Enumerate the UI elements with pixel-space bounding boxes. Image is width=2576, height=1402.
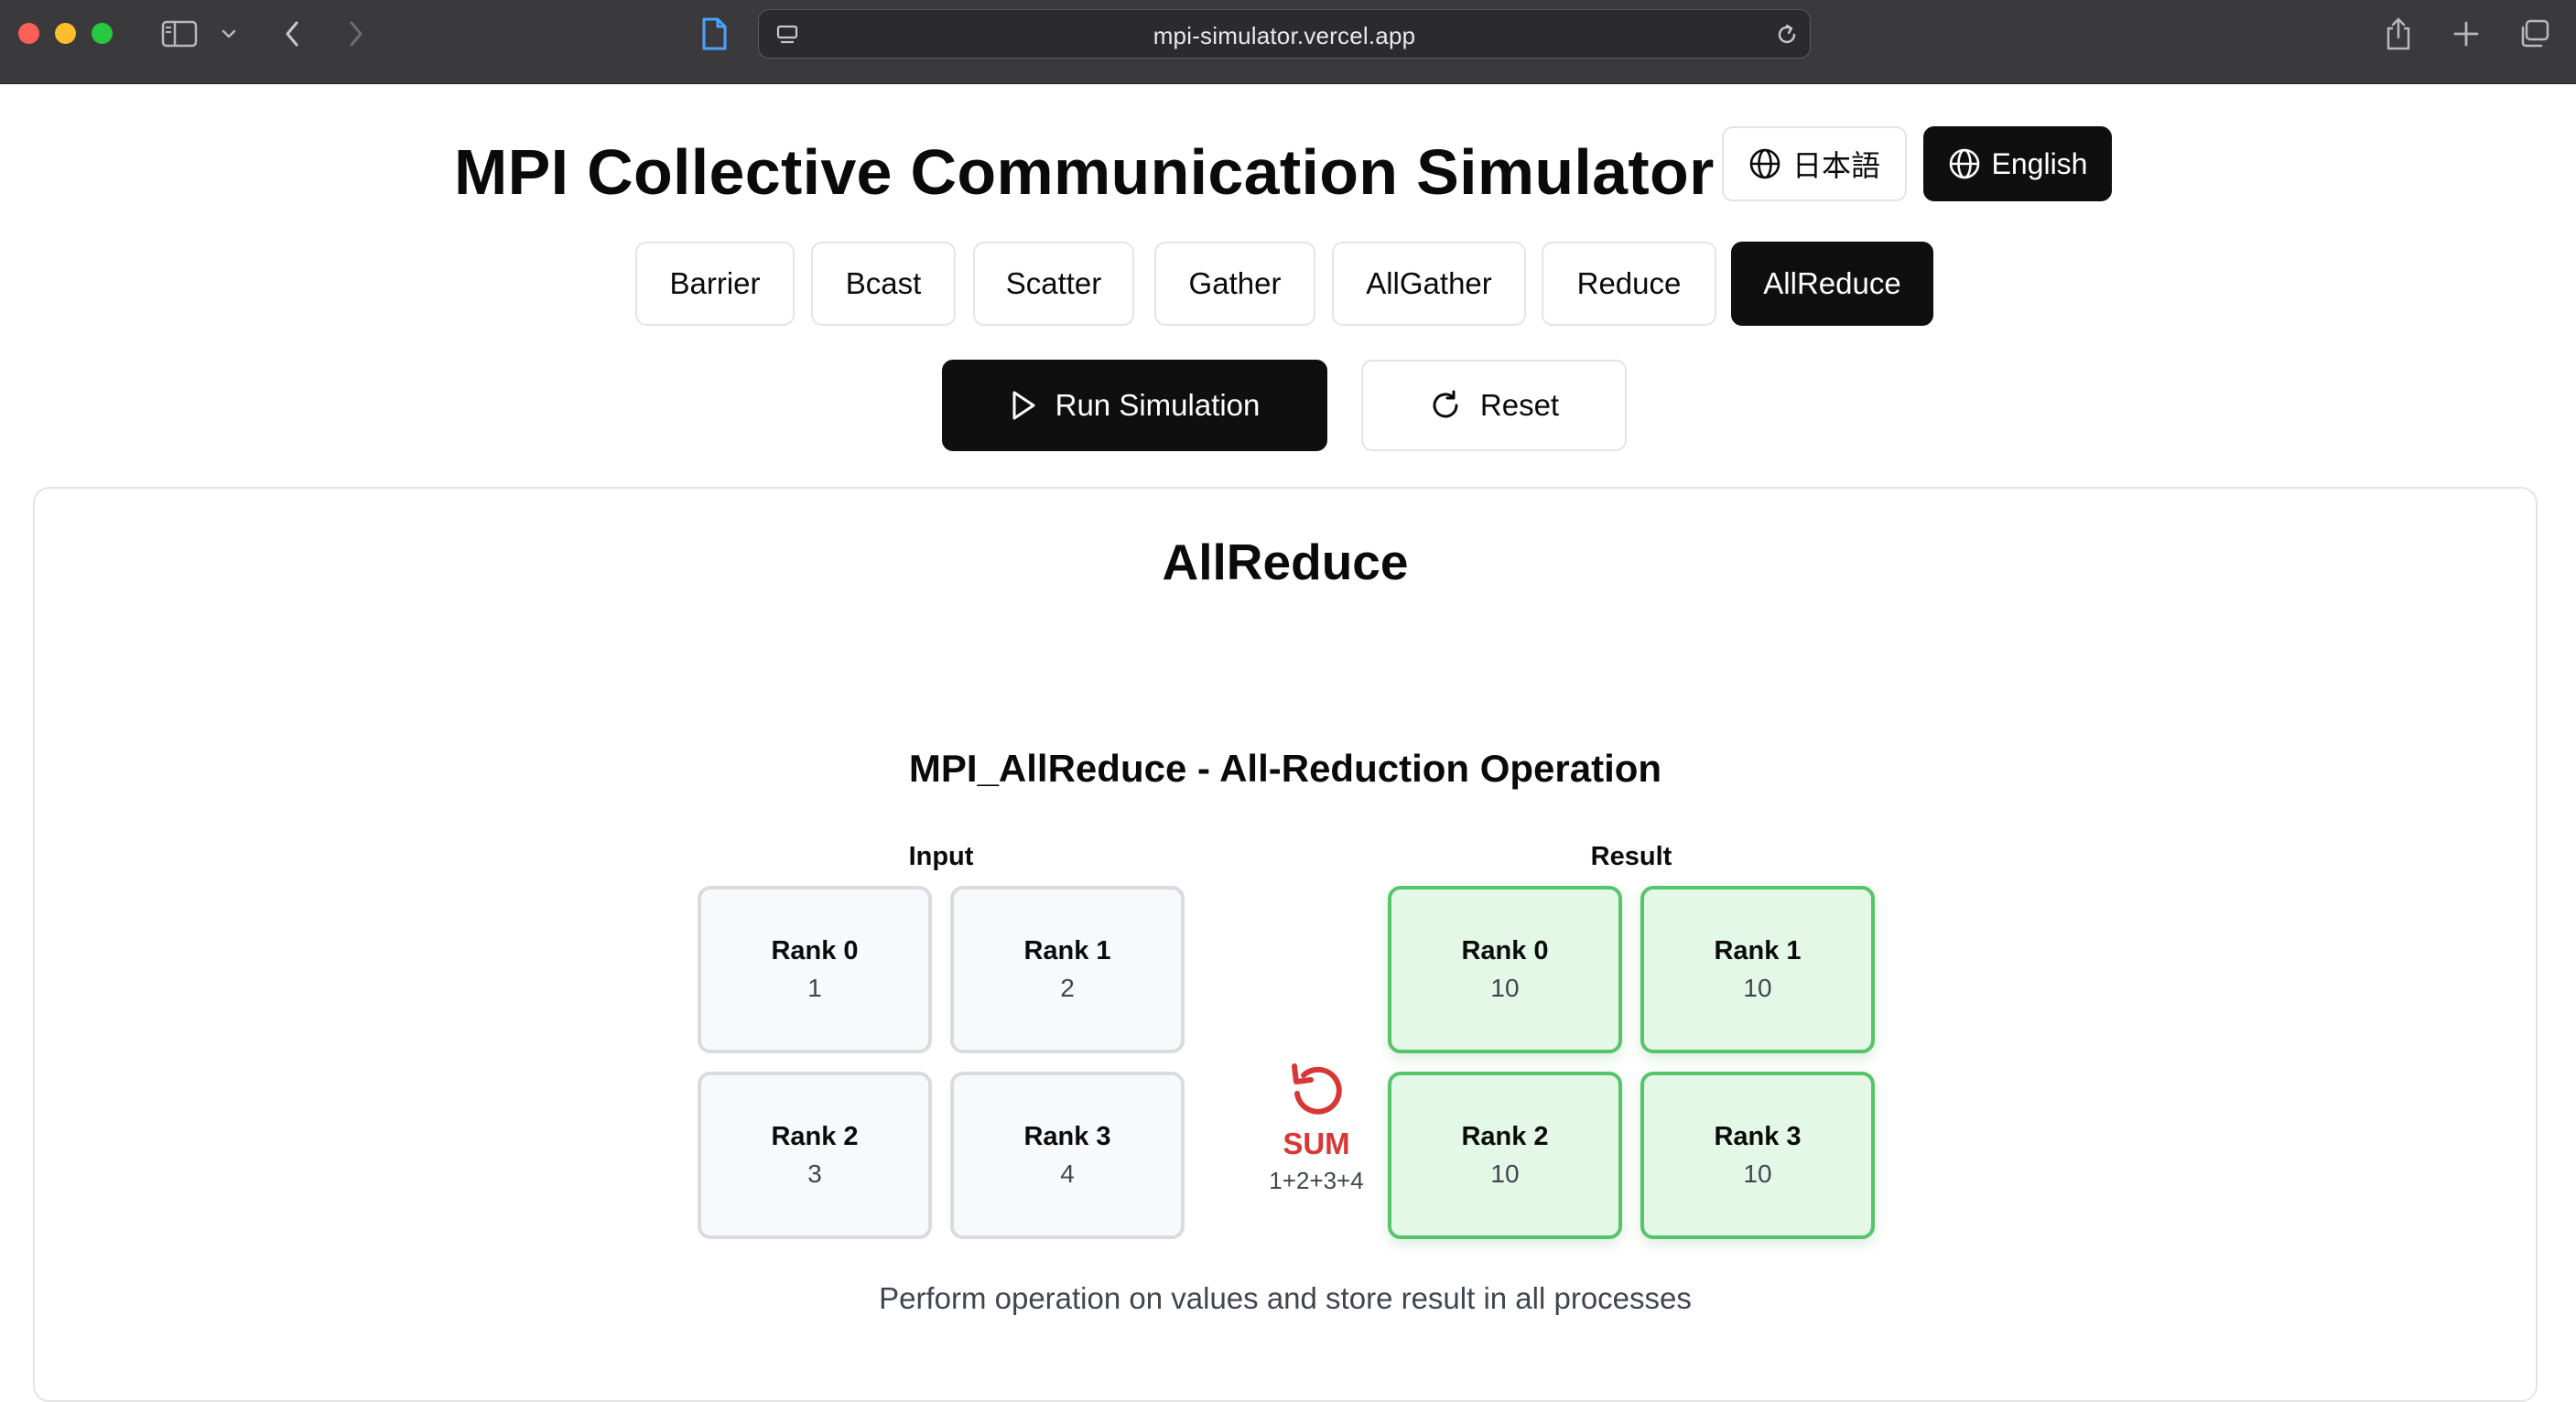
tab-allreduce[interactable]: AllReduce: [1731, 242, 1933, 326]
rank-value: 10: [1743, 974, 1772, 1002]
operation-description: Perform operation on values and store re…: [879, 1281, 1692, 1315]
language-japanese-button[interactable]: 日本語: [1722, 126, 1907, 201]
language-english-button[interactable]: English: [1923, 126, 2112, 201]
play-icon: [1012, 391, 1035, 420]
visualization-card: AllReduce MPI_AllReduce - All-Reduction …: [33, 487, 2538, 1402]
rank-name: Rank 0: [1461, 936, 1549, 965]
rotate-cw-icon: [1433, 390, 1458, 418]
rank-name: Rank 1: [1714, 936, 1802, 965]
operation-title: AllReduce: [1162, 534, 1409, 590]
rank-name: Rank 2: [771, 1122, 859, 1151]
back-icon[interactable]: [278, 16, 306, 51]
reload-icon[interactable]: [1771, 17, 1802, 52]
rank-value: 10: [1743, 1159, 1772, 1188]
language-english-label: English: [1991, 146, 2088, 180]
run-simulation-button[interactable]: Run Simulation: [942, 360, 1327, 451]
language-japanese-label: 日本語: [1791, 149, 1880, 182]
sidebar-icon[interactable]: [159, 16, 200, 51]
tabs-overview-icon[interactable]: [2516, 16, 2552, 51]
close-window-button[interactable]: [18, 23, 39, 44]
tab-scatter[interactable]: Scatter: [973, 242, 1134, 326]
new-tab-icon[interactable]: [2450, 16, 2483, 51]
simulation-actions: Run Simulation Reset: [0, 360, 2576, 451]
globe-icon: [1749, 148, 1780, 179]
chevron-down-icon[interactable]: [218, 16, 240, 51]
rank-value: 1: [807, 974, 822, 1002]
app-header: MPI Collective Communication Simulator 日…: [0, 126, 2576, 210]
address-bar[interactable]: mpi-simulator.vercel.app: [758, 9, 1811, 59]
browser-toolbar: mpi-simulator.vercel.app: [0, 0, 2576, 84]
forward-icon[interactable]: [342, 16, 370, 51]
rank-value: 3: [807, 1159, 822, 1188]
rotate-ccw-icon: [1292, 1063, 1342, 1115]
globe-icon: [1949, 148, 1979, 179]
tab-gather[interactable]: Gather: [1154, 242, 1315, 326]
tab-bcast[interactable]: Bcast: [811, 242, 956, 326]
input-rank-3: Rank 3 4: [950, 1072, 1185, 1239]
tab-barrier[interactable]: Barrier: [635, 242, 795, 326]
result-rank-2: Rank 2 10: [1388, 1072, 1622, 1239]
rank-value: 2: [1060, 974, 1075, 1002]
rank-value: 10: [1490, 1159, 1520, 1188]
input-label: Input: [908, 842, 974, 871]
result-rank-3: Rank 3 10: [1640, 1072, 1875, 1239]
tab-reduce[interactable]: Reduce: [1542, 242, 1716, 326]
rank-name: Rank 0: [771, 936, 859, 965]
result-rank-0: Rank 0 10: [1388, 886, 1622, 1053]
rank-name: Rank 1: [1023, 936, 1111, 965]
operation-name: SUM: [1283, 1127, 1350, 1160]
tab-allgather[interactable]: AllGather: [1332, 242, 1526, 326]
page-content: MPI Collective Communication Simulator 日…: [0, 84, 2576, 1402]
result-rank-1: Rank 1 10: [1640, 886, 1875, 1053]
input-rank-2: Rank 2 3: [698, 1072, 932, 1239]
visualization-title: MPI_AllReduce - All-Reduction Operation: [908, 747, 1662, 790]
share-icon[interactable]: [2380, 16, 2417, 51]
page-title: MPI Collective Communication Simulator: [454, 136, 1715, 208]
zoom-window-button[interactable]: [92, 23, 113, 44]
input-rank-0: Rank 0 1: [698, 886, 932, 1053]
input-rank-1: Rank 1 2: [950, 886, 1185, 1053]
rank-value: 4: [1060, 1159, 1075, 1188]
rank-name: Rank 3: [1714, 1122, 1802, 1151]
reduction-operation: SUM 1+2+3+4: [1225, 1059, 1408, 1195]
rank-name: Rank 2: [1461, 1122, 1549, 1151]
url-text[interactable]: mpi-simulator.vercel.app: [759, 22, 1810, 50]
page-icon: [698, 16, 731, 51]
operation-tabs: Barrier Bcast Scatter Gather AllGather R…: [0, 242, 2576, 326]
result-label: Result: [1590, 842, 1672, 871]
run-simulation-label: Run Simulation: [1055, 388, 1261, 422]
rank-value: 10: [1490, 974, 1520, 1002]
reset-button[interactable]: Reset: [1361, 360, 1627, 451]
rank-name: Rank 3: [1023, 1122, 1111, 1151]
operation-expression: 1+2+3+4: [1269, 1167, 1364, 1194]
minimize-window-button[interactable]: [55, 23, 76, 44]
reset-label: Reset: [1479, 388, 1560, 422]
